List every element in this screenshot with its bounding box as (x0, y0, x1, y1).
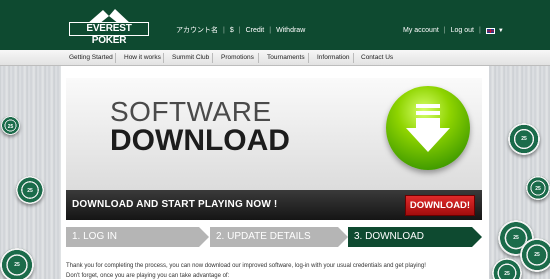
download-arrow-icon[interactable] (386, 86, 470, 170)
account-name: アカウント名 (176, 27, 218, 34)
nav-promotions[interactable]: Promotions (221, 50, 254, 66)
nav-divider (308, 53, 309, 63)
poker-chip-decoration: 25 (508, 123, 540, 155)
cta-text: DOWNLOAD AND START PLAYING NOW ! (72, 199, 278, 210)
body-line-2: Don't forget, once you are playing you c… (66, 273, 230, 279)
nav-tournaments[interactable]: Tournaments (267, 50, 305, 66)
banner-title-line1: SOFTWARE (110, 96, 272, 127)
my-account-link[interactable]: My account (403, 26, 439, 36)
nav-information[interactable]: Information (317, 50, 350, 66)
chevron-down-icon[interactable]: ▼ (498, 26, 504, 36)
withdraw-link[interactable]: Withdraw (276, 26, 305, 36)
poker-chip-decoration: 25 (526, 176, 550, 200)
everest-poker-logo[interactable]: EVEREST POKER (69, 8, 149, 46)
body-text: Thank you for completing the process, yo… (66, 261, 486, 279)
poker-chip-decoration: 25 (520, 238, 550, 272)
step-arrow (338, 227, 348, 247)
poker-chip-decoration: 25 (1, 116, 20, 135)
nav-divider (115, 53, 116, 63)
download-arrow-glyph (406, 104, 450, 152)
logo-text: EVEREST POKER (69, 22, 149, 46)
log-out-link[interactable]: Log out (451, 26, 474, 36)
account-summary: アカウント名 | $ | Credit | Withdraw (176, 26, 306, 36)
uk-flag-icon[interactable] (485, 28, 495, 34)
nav-divider (353, 53, 354, 63)
nav-summit-club[interactable]: Summit Club (172, 50, 209, 66)
nav-contact-us[interactable]: Contact Us (361, 50, 393, 66)
credit-link[interactable]: Credit (246, 26, 265, 36)
poker-chip-decoration: 25 (0, 248, 34, 279)
main-navigation: Getting Started How it works Summit Club… (0, 50, 550, 66)
nav-divider (212, 53, 213, 63)
nav-divider (163, 53, 164, 63)
site-header: EVEREST POKER アカウント名 | $ | Credit | With… (0, 0, 550, 50)
banner-title-line2: DOWNLOAD (110, 124, 290, 157)
step-download-active: 3. DOWNLOAD (348, 227, 472, 247)
nav-getting-started[interactable]: Getting Started (69, 50, 113, 66)
nav-divider (258, 53, 259, 63)
step-arrow (199, 227, 209, 247)
step-update-details: 2. UPDATE DETAILS (210, 227, 338, 247)
download-button[interactable]: DOWNLOAD! (405, 195, 475, 216)
poker-chip-decoration: 25 (492, 258, 522, 279)
step-log-in: 1. LOG IN (66, 227, 199, 247)
account-links: My account | Log out | ▼ (403, 26, 504, 36)
step-arrow (472, 227, 482, 247)
poker-chip-decoration: 25 (16, 176, 44, 204)
body-line-1: Thank you for completing the process, yo… (66, 263, 426, 269)
nav-how-it-works[interactable]: How it works (124, 50, 161, 66)
